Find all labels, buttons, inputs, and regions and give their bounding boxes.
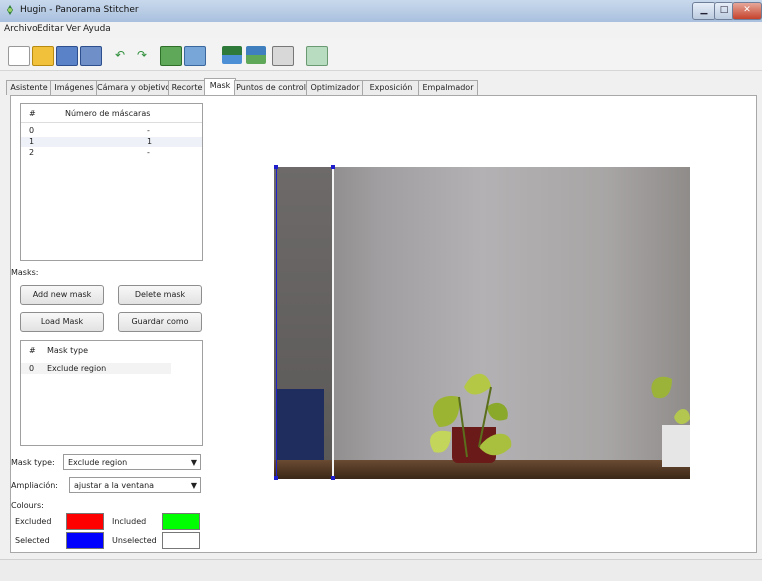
mask-col-type: Mask type: [47, 346, 89, 355]
mask-list[interactable]: # Mask type 0 Exclude region: [20, 340, 203, 446]
toolbar: ↶ ↷: [0, 38, 762, 71]
menu-ayuda[interactable]: Ayuda: [83, 24, 111, 34]
mask-type-select[interactable]: Exclude region ▼: [63, 454, 201, 470]
add-images-icon[interactable]: [160, 46, 182, 66]
tab-empalmador[interactable]: Empalmador: [418, 80, 478, 95]
mask-vertex-handle[interactable]: [274, 165, 278, 169]
blue-object: [276, 389, 324, 461]
chevron-down-icon: ▼: [190, 481, 197, 490]
save-as-button[interactable]: Guardar como: [118, 312, 202, 332]
menu-bar: Archivo Editar Ver Ayuda: [0, 22, 762, 38]
tab-asistente[interactable]: Asistente: [6, 80, 52, 95]
menu-archivo[interactable]: Archivo: [4, 24, 38, 34]
right-plant-leaves: [651, 376, 690, 467]
mask-type-value: Exclude region: [47, 364, 107, 373]
list-item[interactable]: 2 -: [21, 148, 202, 158]
excluded-color-swatch[interactable]: [66, 513, 104, 530]
title-bar: Hugin - Panorama Stitcher ▁ □ ✕: [0, 0, 762, 22]
list-item[interactable]: 1 1: [21, 137, 202, 147]
selected-label: Selected: [15, 536, 50, 545]
new-project-icon[interactable]: [8, 46, 30, 66]
mask-rect-right-edge[interactable]: [332, 167, 334, 479]
mask-rect-left-edge[interactable]: [276, 167, 277, 479]
tab-camara-objetivo[interactable]: Cámara y objetivo: [96, 80, 170, 95]
window-title: Hugin - Panorama Stitcher: [20, 5, 139, 15]
mask-tab-content: # Número de máscaras 0 - 1 1 2 - Masks: …: [10, 95, 757, 553]
excluded-label: Excluded: [15, 517, 52, 526]
image-mask-count: 1: [147, 137, 153, 146]
tab-recorte[interactable]: Recorte: [168, 80, 206, 95]
minimize-button[interactable]: ▁: [692, 2, 716, 20]
colours-label: Colours:: [11, 501, 44, 510]
images-col-mask-count: Número de máscaras: [65, 109, 151, 118]
tab-puntos-control[interactable]: Puntos de control: [234, 80, 308, 95]
delete-mask-button[interactable]: Delete mask: [118, 285, 202, 305]
fast-preview-icon[interactable]: [246, 46, 266, 64]
tab-imagenes[interactable]: Imágenes: [50, 80, 98, 95]
mask-vertex-handle[interactable]: [331, 476, 335, 480]
remove-images-icon[interactable]: [184, 46, 206, 66]
tab-optimizador[interactable]: Optimizador: [306, 80, 364, 95]
tab-mask[interactable]: Mask: [204, 78, 236, 96]
zoom-selected: ajustar a la ventana: [74, 481, 155, 490]
save-icon[interactable]: [56, 46, 78, 66]
zoom-select[interactable]: ajustar a la ventana ▼: [69, 477, 201, 493]
layout-icon[interactable]: [272, 46, 294, 66]
mask-image-preview[interactable]: [274, 167, 690, 479]
mask-type-label: Mask type:: [11, 458, 55, 467]
images-col-hash: #: [29, 109, 36, 118]
list-item[interactable]: 0 Exclude region: [21, 363, 171, 374]
redo-icon[interactable]: ↷: [132, 46, 152, 64]
unselected-color-swatch[interactable]: [162, 532, 200, 549]
mask-index: 0: [29, 364, 35, 373]
image-mask-count: -: [147, 148, 150, 157]
mask-vertex-handle[interactable]: [331, 165, 335, 169]
image-index: 0: [29, 126, 35, 135]
chevron-down-icon: ▼: [190, 458, 197, 467]
mask-type-selected: Exclude region: [68, 458, 128, 467]
hugin-app-icon: [7, 5, 13, 15]
preview-panorama-icon[interactable]: [222, 46, 242, 64]
list-item[interactable]: 0 -: [21, 126, 202, 136]
mask-col-hash: #: [29, 346, 36, 355]
close-button[interactable]: ✕: [732, 2, 762, 20]
add-new-mask-button[interactable]: Add new mask: [20, 285, 104, 305]
open-folder-icon[interactable]: [32, 46, 54, 66]
header-divider: [21, 122, 202, 123]
images-list[interactable]: # Número de máscaras 0 - 1 1 2 -: [20, 103, 203, 261]
image-index: 2: [29, 148, 35, 157]
gl-preview-icon[interactable]: [306, 46, 328, 66]
menu-editar[interactable]: Editar: [37, 24, 64, 34]
plant-leaves: [430, 373, 512, 458]
included-label: Included: [112, 517, 147, 526]
load-mask-button[interactable]: Load Mask: [20, 312, 104, 332]
image-mask-count: -: [147, 126, 150, 135]
unselected-label: Unselected: [112, 536, 157, 545]
undo-icon[interactable]: ↶: [110, 46, 130, 64]
mask-vertex-handle[interactable]: [274, 476, 278, 480]
zoom-label: Ampliación:: [11, 481, 58, 490]
selected-color-swatch[interactable]: [66, 532, 104, 549]
included-color-swatch[interactable]: [162, 513, 200, 530]
image-index: 1: [29, 137, 35, 146]
menu-ver[interactable]: Ver: [66, 24, 81, 34]
maximize-button[interactable]: □: [714, 2, 734, 20]
masks-label: Masks:: [11, 268, 39, 277]
save-as-icon[interactable]: [80, 46, 102, 66]
status-bar: [0, 559, 762, 581]
tab-exposicion[interactable]: Exposición: [362, 80, 420, 95]
